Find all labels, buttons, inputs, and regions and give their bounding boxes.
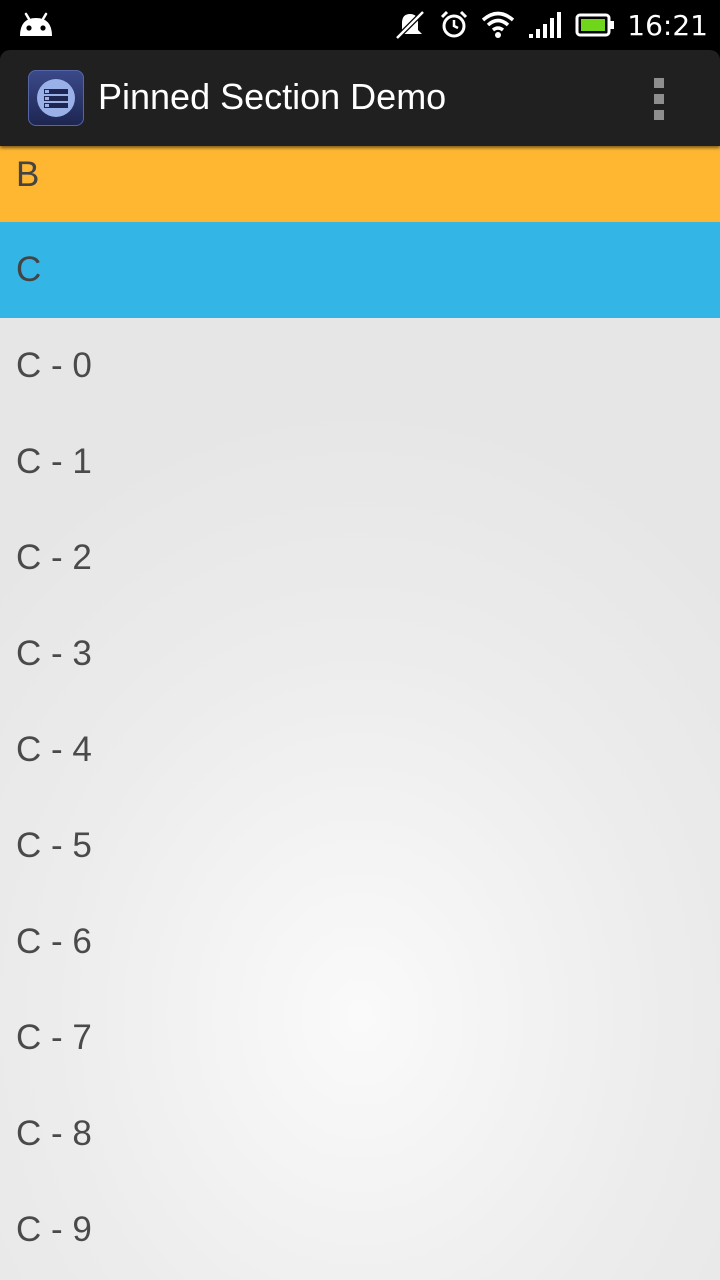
overflow-menu-icon[interactable] xyxy=(644,74,676,122)
battery-icon xyxy=(575,13,615,37)
list-item[interactable]: C - 8 xyxy=(0,1086,720,1182)
android-debug-icon xyxy=(20,12,52,36)
list-item[interactable]: C - 5 xyxy=(0,798,720,894)
section-header-c: C xyxy=(0,222,720,318)
list-item[interactable]: C - 3 xyxy=(0,606,720,702)
signal-icon xyxy=(529,12,562,38)
list-item[interactable]: C - 0 xyxy=(0,318,720,414)
list-item[interactable]: C - 4 xyxy=(0,702,720,798)
pinned-list-app-icon[interactable] xyxy=(28,70,84,126)
wifi-icon xyxy=(482,11,515,38)
list-item[interactable]: C - 7 xyxy=(0,990,720,1086)
list-item[interactable]: C - 6 xyxy=(0,894,720,990)
action-bar: Pinned Section Demo xyxy=(0,50,720,146)
list-icon xyxy=(37,79,75,117)
alarm-icon xyxy=(441,10,468,38)
list-item[interactable]: C - 9 xyxy=(0,1182,720,1278)
item-list: C - 0 C - 1 C - 2 C - 3 C - 4 C - 5 C - … xyxy=(0,318,720,1278)
status-bar: 16:21 xyxy=(0,0,720,50)
list-item[interactable]: C - 2 xyxy=(0,510,720,606)
list-item[interactable]: C - 1 xyxy=(0,414,720,510)
status-time: 16:21 xyxy=(627,8,708,42)
section-header-b: B xyxy=(0,146,720,222)
app-title: Pinned Section Demo xyxy=(98,76,447,117)
pinned-section-list[interactable]: B C C - 0 C - 1 C - 2 C - 3 C - 4 C - 5 … xyxy=(0,146,720,1280)
notifications-muted-icon xyxy=(395,10,426,40)
